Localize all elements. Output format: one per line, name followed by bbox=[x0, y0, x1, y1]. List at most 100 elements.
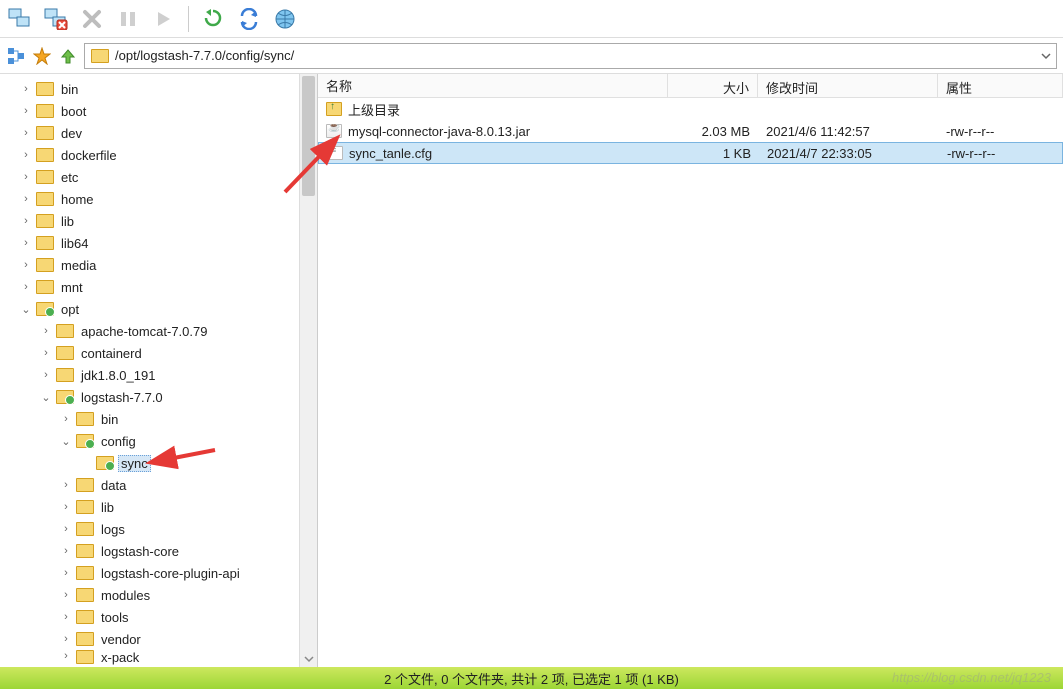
computers-icon[interactable] bbox=[6, 5, 34, 33]
chevron-right-icon[interactable]: › bbox=[38, 347, 54, 359]
tree-item[interactable]: › data bbox=[4, 474, 317, 496]
file-list[interactable]: 上级目录 mysql-connector-java-8.0.13.jar 2.03 … bbox=[318, 98, 1063, 667]
tree-item-label: home bbox=[58, 192, 97, 207]
chevron-down-icon[interactable] bbox=[1040, 50, 1052, 62]
pause-icon[interactable] bbox=[114, 5, 142, 33]
folder-icon bbox=[56, 346, 74, 360]
chevron-right-icon[interactable]: › bbox=[18, 215, 34, 227]
tree-item[interactable]: ›media bbox=[4, 254, 317, 276]
file-name: mysql-connector-java-8.0.13.jar bbox=[348, 124, 530, 139]
tree-item[interactable]: › home bbox=[4, 188, 317, 210]
folder-icon bbox=[76, 632, 94, 646]
tree-item[interactable]: ›vendor bbox=[4, 628, 317, 650]
tree-item-label: boot bbox=[58, 104, 89, 119]
tree-item[interactable]: ›bin bbox=[4, 78, 317, 100]
chevron-right-icon[interactable]: › bbox=[18, 149, 34, 161]
tree-item[interactable]: ›etc bbox=[4, 166, 317, 188]
tree-item[interactable]: sync bbox=[4, 452, 317, 474]
chevron-down-icon[interactable]: ⌄ bbox=[58, 435, 74, 448]
chevron-right-icon[interactable]: › bbox=[18, 237, 34, 249]
folder-icon bbox=[36, 126, 54, 140]
tree-item[interactable]: ⌄logstash-7.7.0 bbox=[4, 386, 317, 408]
tree-scrollbar[interactable] bbox=[299, 74, 317, 667]
parent-dir-row[interactable]: 上级目录 bbox=[318, 98, 1063, 120]
tree-item[interactable]: ›logs bbox=[4, 518, 317, 540]
play-icon[interactable] bbox=[150, 5, 178, 33]
tree-item[interactable]: › boot bbox=[4, 100, 317, 122]
refresh-cycle-icon[interactable] bbox=[235, 5, 263, 33]
tree-item-label: tools bbox=[98, 610, 131, 625]
chevron-right-icon[interactable]: › bbox=[18, 127, 34, 139]
tree-item[interactable]: ›dockerfile bbox=[4, 144, 317, 166]
file-list-pane: 名称 大小 修改时间 属性 上级目录 mysql-connector-java-8… bbox=[318, 74, 1063, 667]
chevron-right-icon[interactable]: › bbox=[18, 171, 34, 183]
chevron-right-icon[interactable]: › bbox=[38, 369, 54, 381]
refresh-down-icon[interactable] bbox=[199, 5, 227, 33]
tree-item[interactable]: ›bin bbox=[4, 408, 317, 430]
tree-toggle-icon[interactable] bbox=[6, 46, 26, 66]
disconnect-icon[interactable] bbox=[42, 5, 70, 33]
toolbar-separator bbox=[188, 6, 189, 32]
folder-icon bbox=[76, 522, 94, 536]
chevron-right-icon[interactable]: › bbox=[58, 479, 74, 491]
chevron-right-icon[interactable]: › bbox=[58, 545, 74, 557]
cancel-icon[interactable] bbox=[78, 5, 106, 33]
folder-icon bbox=[36, 236, 54, 250]
file-row[interactable]: sync_tanle.cfg1 KB2021/4/7 22:33:05-rw-r… bbox=[318, 142, 1063, 164]
file-size: 2.03 MB bbox=[668, 124, 758, 139]
folder-icon bbox=[36, 82, 54, 96]
folder-icon bbox=[76, 434, 94, 448]
tree-item[interactable]: ⌄config bbox=[4, 430, 317, 452]
chevron-right-icon[interactable]: › bbox=[58, 413, 74, 425]
tree-item[interactable]: ›jdk1.8.0_191 bbox=[4, 364, 317, 386]
tree-item[interactable]: › lib bbox=[4, 496, 317, 518]
chevron-right-icon[interactable]: › bbox=[58, 589, 74, 601]
chevron-down-icon[interactable]: ⌄ bbox=[18, 303, 34, 316]
tree-item[interactable]: › tools bbox=[4, 606, 317, 628]
tree-item[interactable]: ›dev bbox=[4, 122, 317, 144]
up-arrow-icon[interactable] bbox=[58, 46, 78, 66]
chevron-right-icon[interactable]: › bbox=[18, 259, 34, 271]
chevron-right-icon[interactable]: › bbox=[18, 281, 34, 293]
main-area: ›bin›boot›dev›dockerfile›etc›home›lib›li… bbox=[0, 74, 1063, 667]
tree-item[interactable]: › modules bbox=[4, 584, 317, 606]
tree-item-label: lib bbox=[98, 500, 117, 515]
tree-item[interactable]: ›mnt bbox=[4, 276, 317, 298]
globe-icon[interactable] bbox=[271, 5, 299, 33]
column-header-size[interactable]: 大小 bbox=[668, 74, 758, 97]
path-input[interactable]: /opt/logstash-7.7.0/config/sync/ bbox=[84, 43, 1057, 69]
chevron-right-icon[interactable]: › bbox=[58, 611, 74, 623]
column-header-attr[interactable]: 属性 bbox=[938, 74, 1063, 97]
file-type-icon bbox=[327, 146, 343, 160]
column-header-date[interactable]: 修改时间 bbox=[758, 74, 938, 97]
folder-tree[interactable]: ›bin›boot›dev›dockerfile›etc›home›lib›li… bbox=[0, 74, 317, 667]
tree-item-label: apache-tomcat-7.0.79 bbox=[78, 324, 210, 339]
tree-item[interactable]: ›lib64 bbox=[4, 232, 317, 254]
folder-icon bbox=[76, 566, 94, 580]
favorite-star-icon[interactable] bbox=[32, 46, 52, 66]
folder-icon bbox=[76, 478, 94, 492]
tree-item[interactable]: ›logstash-core-plugin-api bbox=[4, 562, 317, 584]
chevron-right-icon[interactable]: › bbox=[58, 501, 74, 513]
tree-item-label: data bbox=[98, 478, 129, 493]
chevron-right-icon[interactable]: › bbox=[18, 193, 34, 205]
tree-item-label: x-pack bbox=[98, 650, 142, 665]
tree-item[interactable]: ⌄opt bbox=[4, 298, 317, 320]
scrollbar-thumb[interactable] bbox=[302, 76, 315, 196]
tree-item[interactable]: › apache-tomcat-7.0.79 bbox=[4, 320, 317, 342]
tree-item-label: modules bbox=[98, 588, 153, 603]
file-row[interactable]: mysql-connector-java-8.0.13.jar2.03 MB20… bbox=[318, 120, 1063, 142]
tree-item[interactable]: › x-pack bbox=[4, 650, 317, 666]
tree-item[interactable]: ›containerd bbox=[4, 342, 317, 364]
column-header-name[interactable]: 名称 bbox=[318, 74, 668, 97]
chevron-right-icon[interactable]: › bbox=[58, 523, 74, 535]
chevron-right-icon[interactable]: › bbox=[38, 325, 54, 337]
chevron-right-icon[interactable]: › bbox=[58, 633, 74, 645]
tree-item[interactable]: ›lib bbox=[4, 210, 317, 232]
chevron-right-icon[interactable]: › bbox=[58, 650, 74, 662]
chevron-right-icon[interactable]: › bbox=[58, 567, 74, 579]
tree-item[interactable]: ›logstash-core bbox=[4, 540, 317, 562]
chevron-right-icon[interactable]: › bbox=[18, 83, 34, 95]
chevron-down-icon[interactable]: ⌄ bbox=[38, 391, 54, 404]
chevron-right-icon[interactable]: › bbox=[18, 105, 34, 117]
